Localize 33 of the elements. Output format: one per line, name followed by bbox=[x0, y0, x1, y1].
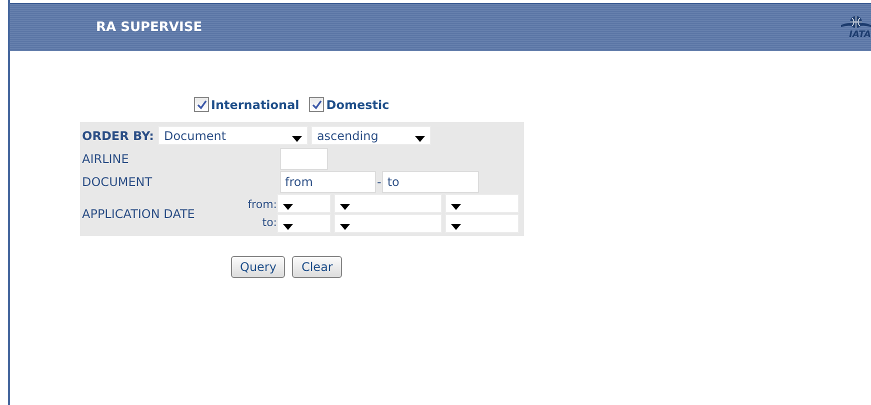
checkbox-label: International bbox=[211, 98, 300, 112]
year-dropdown[interactable] bbox=[445, 194, 519, 213]
dropdown-caret-icon bbox=[340, 204, 350, 210]
document-from-field[interactable]: from bbox=[280, 170, 376, 192]
airline-field[interactable] bbox=[280, 148, 328, 170]
action-button[interactable]: Clear bbox=[292, 256, 342, 278]
dropdown-caret-icon bbox=[283, 224, 293, 230]
dropdown-caret-icon bbox=[292, 136, 302, 142]
globe-logo-icon bbox=[841, 15, 871, 31]
checkbox-label: Domestic bbox=[326, 98, 390, 112]
dropdown-caret-icon bbox=[283, 204, 293, 210]
dropdown-caret-icon bbox=[340, 224, 350, 230]
dropdown-caret-icon bbox=[414, 136, 425, 142]
field-label: APPLICATION DATE bbox=[82, 206, 196, 220]
day-dropdown[interactable] bbox=[277, 214, 331, 233]
page-title: RA SUPERVISE bbox=[96, 20, 202, 35]
sort-direction-dropdown[interactable]: ascending bbox=[310, 126, 431, 145]
document-to-field[interactable]: to bbox=[382, 170, 480, 192]
field-label: DOCUMENT bbox=[82, 174, 154, 188]
field-label: ORDER BY: bbox=[82, 128, 154, 142]
action-button[interactable]: Query bbox=[231, 256, 286, 278]
date-from-label: from: bbox=[248, 198, 277, 211]
dropdown-caret-icon bbox=[451, 204, 461, 210]
logo-text: IATA bbox=[849, 31, 871, 40]
date-to-label: to: bbox=[262, 216, 277, 229]
day-dropdown[interactable] bbox=[277, 194, 331, 213]
checkbox[interactable] bbox=[194, 97, 209, 112]
checkbox[interactable] bbox=[309, 97, 324, 112]
range-separator: - bbox=[377, 174, 382, 188]
year-dropdown[interactable] bbox=[445, 214, 519, 233]
field-label: AIRLINE bbox=[82, 152, 130, 166]
dropdown-caret-icon bbox=[451, 224, 461, 230]
sort-field-dropdown[interactable]: Document bbox=[158, 126, 308, 145]
